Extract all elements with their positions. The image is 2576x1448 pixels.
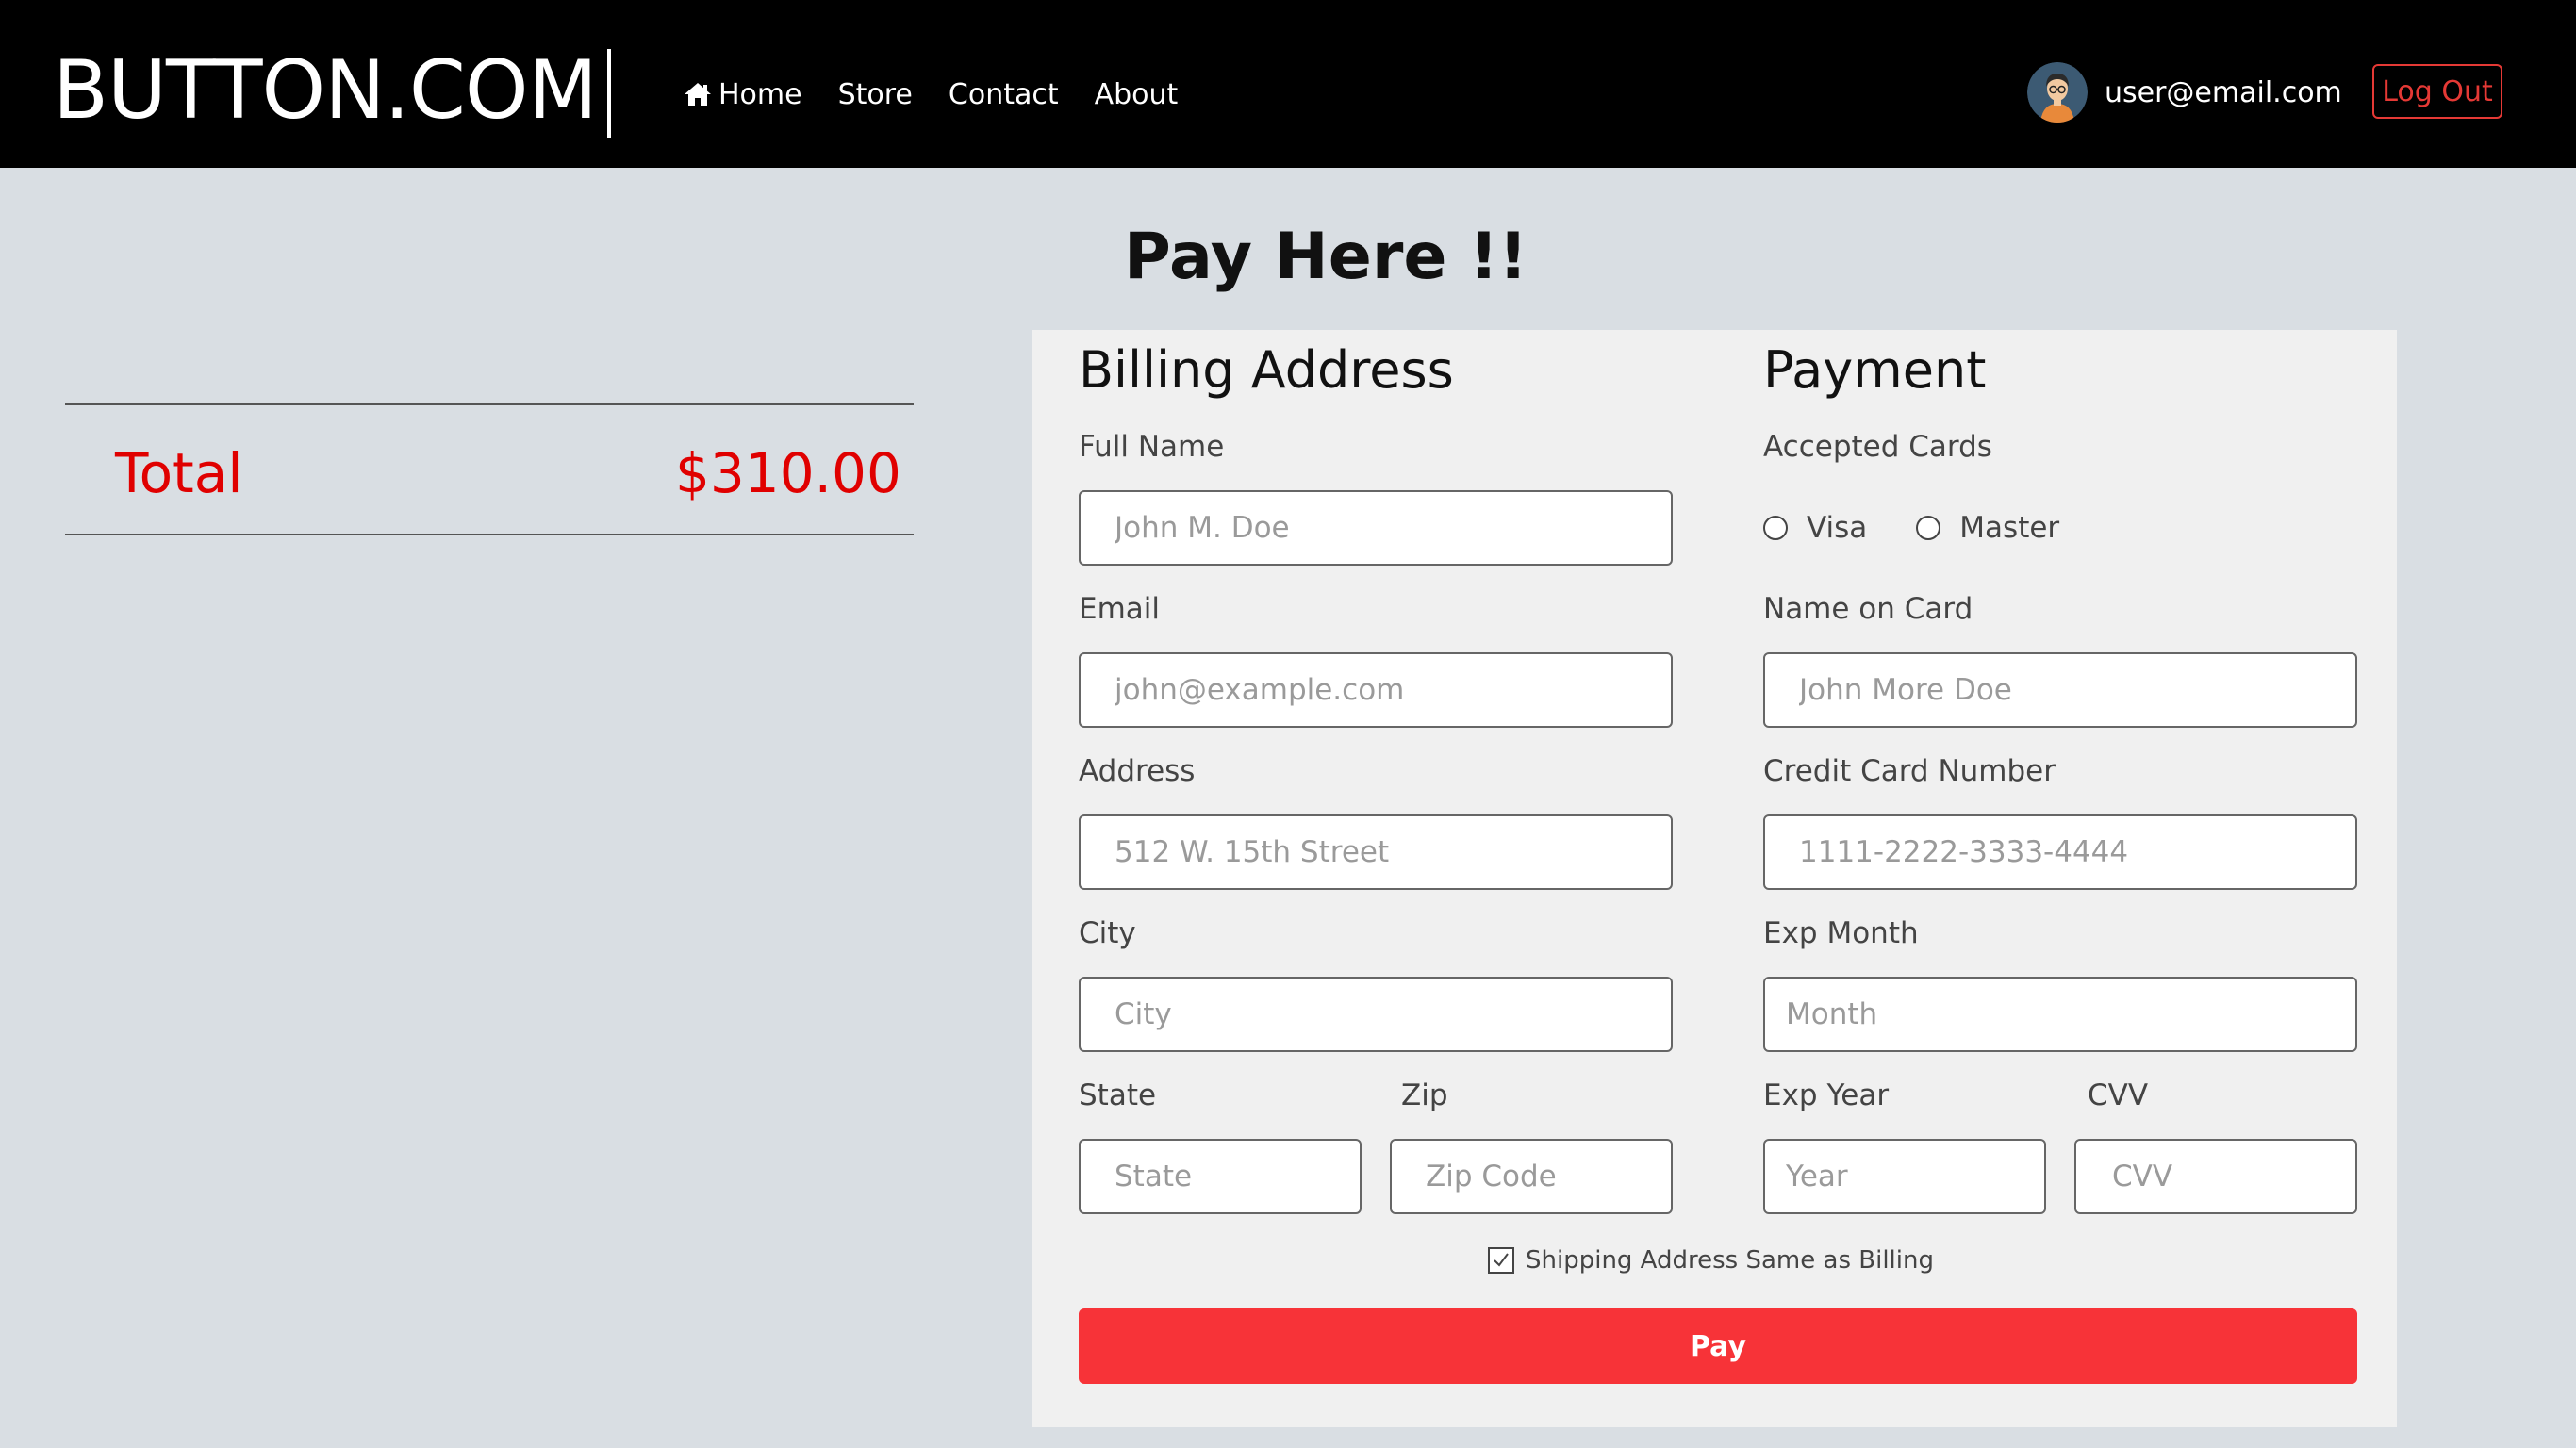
zip-input[interactable] [1390,1139,1673,1214]
shipping-same-row: Shipping Address Same as Billing [1488,1246,1934,1275]
user-email: user@email.com [2105,75,2342,109]
total-top-divider [65,403,914,405]
full-name-label: Full Name [1079,430,1225,464]
master-label: Master [1959,511,2060,545]
home-icon [683,81,713,107]
payment-title: Payment [1763,340,1987,400]
page-title: Pay Here !! [1124,220,1528,294]
checkmark-icon [1494,1253,1509,1267]
nav-link-store[interactable]: Store [838,78,913,111]
card-number-input[interactable] [1763,814,2357,890]
cvv-input[interactable] [2074,1139,2357,1214]
exp-year-label: Exp Year [1763,1078,1890,1112]
email-label: Email [1079,592,1161,626]
nav-link-about[interactable]: About [1095,78,1179,111]
navbar: BUTTON.COM Home Store Contact About user… [0,0,2576,168]
name-on-card-input[interactable] [1763,652,2357,728]
city-input[interactable] [1079,977,1673,1052]
user-area: user@email.com [2027,62,2342,123]
full-name-input[interactable] [1079,490,1673,566]
brand-logo[interactable]: BUTTON.COM [53,43,598,138]
cvv-label: CVV [2088,1078,2149,1112]
master-radio[interactable] [1916,516,1941,540]
shipping-same-label: Shipping Address Same as Billing [1526,1246,1934,1275]
total-label: Total [115,441,243,505]
exp-year-input[interactable] [1763,1139,2046,1214]
logout-button[interactable]: Log Out [2372,64,2502,119]
shipping-same-checkbox[interactable] [1488,1247,1514,1274]
address-input[interactable] [1079,814,1673,890]
city-label: City [1079,916,1136,950]
card-number-label: Credit Card Number [1763,754,2056,788]
visa-label: Visa [1807,511,1868,545]
state-input[interactable] [1079,1139,1362,1214]
state-label: State [1079,1078,1157,1112]
avatar[interactable] [2027,62,2088,123]
total-value: $310.00 [675,441,901,505]
visa-radio[interactable] [1763,516,1788,540]
name-on-card-label: Name on Card [1763,592,1973,626]
brand-divider [607,49,611,138]
nav-link-contact[interactable]: Contact [949,78,1059,111]
total-bottom-divider [65,534,914,535]
zip-label: Zip [1401,1078,1448,1112]
billing-title: Billing Address [1079,340,1454,400]
card-type-options: Visa Master [1763,509,2108,547]
exp-month-label: Exp Month [1763,916,1919,950]
accepted-cards-label: Accepted Cards [1763,430,1992,464]
email-input[interactable] [1079,652,1673,728]
exp-month-input[interactable] [1763,977,2357,1052]
nav-link-home-label: Home [718,77,802,111]
pay-button[interactable]: Pay [1079,1308,2357,1384]
nav-links: Home Store Contact About [683,68,1214,121]
address-label: Address [1079,754,1196,788]
nav-link-home[interactable]: Home [683,78,802,111]
